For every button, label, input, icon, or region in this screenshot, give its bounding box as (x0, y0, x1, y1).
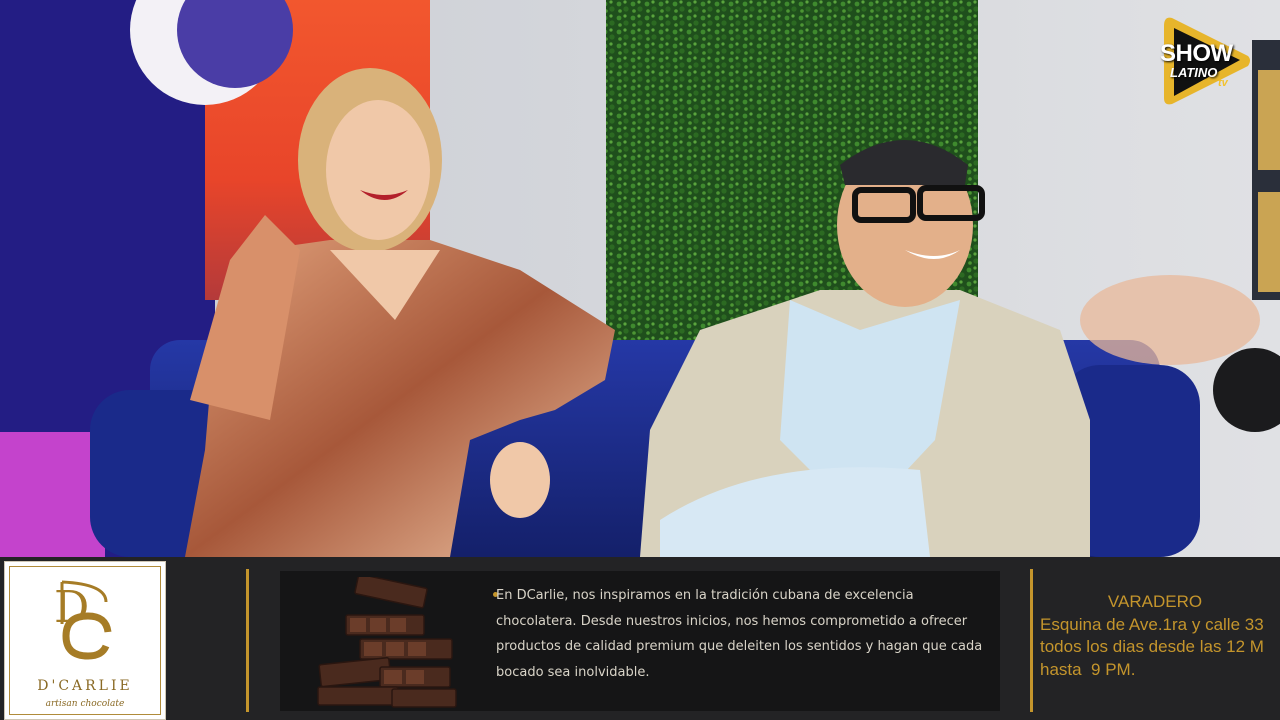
promo-panel: En DCarlie, nos inspiramos en la tradici… (280, 571, 1000, 711)
brand-logo-box: D D'CARLIE artisan chocolate (4, 561, 166, 720)
brand-name: D'CARLIE (37, 678, 133, 694)
brand-monogram-logo: D (54, 580, 112, 660)
address-block: VARADERO Esquina de Ave.1ra y calle 33 t… (1040, 591, 1280, 681)
watermark-show-text: SHOW (1160, 40, 1233, 67)
channel-watermark: SHOW LATINO tv (1156, 14, 1256, 110)
address-line-3: hasta 9 PM. (1040, 659, 1136, 679)
gold-divider-left (246, 569, 249, 712)
promo-text: En DCarlie, nos inspiramos en la tradici… (496, 588, 983, 680)
lower-third-banner: D D'CARLIE artisan chocolate En DCarlie,… (0, 557, 1280, 720)
chocolate-bars-image (317, 577, 457, 708)
address-city: VARADERO (1107, 592, 1203, 611)
studio-scene: SHOW LATINO tv (0, 0, 1280, 557)
studio-photo (0, 0, 1280, 557)
watermark-latino-text: LATINO (1170, 65, 1218, 80)
gold-divider-right (1030, 569, 1033, 712)
watermark-tv-text: tv (1218, 77, 1228, 89)
address-line-1: Esquina de Ave.1ra y calle 33 (1040, 614, 1264, 634)
address-line-2: todos los dias desde las 12 M (1040, 637, 1264, 656)
brand-tagline: artisan chocolate (45, 699, 125, 709)
